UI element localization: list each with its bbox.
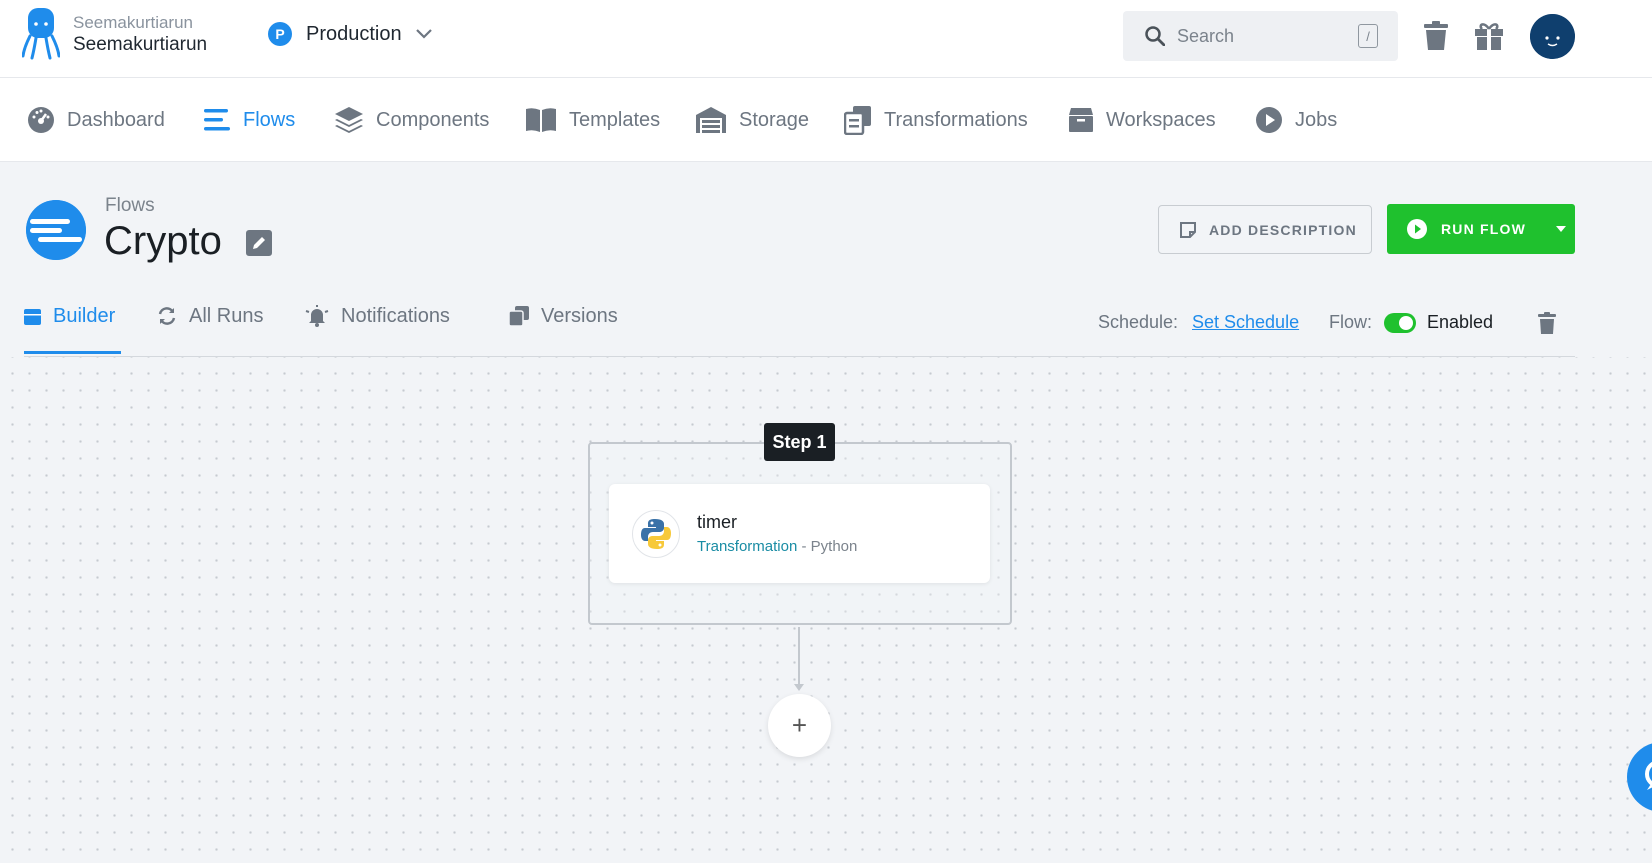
copy-icon	[844, 106, 871, 135]
organization-switcher[interactable]: Seemakurtiarun Seemakurtiarun	[73, 13, 207, 57]
add-description-button[interactable]: ADD DESCRIPTION	[1158, 205, 1372, 254]
nav-label-dashboard: Dashboard	[67, 108, 165, 131]
box-icon	[1069, 108, 1093, 132]
user-avatar[interactable]	[1530, 14, 1575, 59]
nav-item-templates[interactable]: Templates	[525, 104, 660, 136]
nav-label-templates: Templates	[569, 108, 661, 131]
nav-item-dashboard[interactable]: Dashboard	[27, 104, 165, 136]
active-tab-indicator	[24, 351, 121, 354]
breadcrumb[interactable]: Flows	[105, 195, 155, 217]
tab-builder[interactable]: Builder	[24, 300, 115, 332]
main-navigation: Dashboard Flows Components Templates Sto…	[0, 78, 1652, 162]
refresh-icon	[158, 307, 176, 325]
tab-versions[interactable]: Versions	[509, 300, 618, 332]
flow-status-label: Flow:	[1329, 312, 1373, 332]
tab-all-runs[interactable]: All Runs	[157, 300, 263, 332]
play-circle-icon	[1407, 219, 1427, 239]
nav-item-flows[interactable]: Flows	[203, 104, 295, 136]
tab-notifications[interactable]: Notifications	[305, 300, 450, 332]
set-schedule-link[interactable]: Set Schedule	[1192, 312, 1299, 333]
nav-label-jobs: Jobs	[1295, 108, 1338, 131]
nav-label-workspaces: Workspaces	[1106, 108, 1216, 131]
search-shortcut-key: /	[1358, 24, 1378, 48]
project-badge: P	[268, 22, 292, 46]
add-description-label: ADD DESCRIPTION	[1209, 221, 1357, 238]
connector-arrow	[794, 684, 804, 691]
gift-icon[interactable]	[1474, 21, 1504, 51]
project-owner-name: Seemakurtiarun	[73, 34, 208, 55]
versions-copy-icon	[509, 306, 529, 326]
nav-item-jobs[interactable]: Jobs	[1255, 104, 1337, 136]
chat-bubble-icon	[1645, 761, 1652, 790]
top-header: Seemakurtiarun Seemakurtiarun P Producti…	[0, 0, 1652, 78]
nav-label-flows: Flows	[243, 108, 296, 131]
task-card[interactable]: timer Transformation - Python	[609, 484, 990, 583]
schedule-label: Schedule:	[1098, 312, 1179, 332]
flow-state-text: Enabled	[1427, 312, 1494, 332]
trash-icon[interactable]	[1423, 21, 1449, 51]
run-flow-options-button[interactable]	[1546, 204, 1575, 254]
run-flow-label: RUN FLOW	[1441, 221, 1527, 237]
play-circle-icon	[1256, 107, 1282, 133]
task-name: timer	[697, 512, 737, 532]
pencil-icon	[253, 237, 265, 249]
nav-label-transformations: Transformations	[884, 108, 1028, 131]
nav-item-components[interactable]: Components	[334, 104, 489, 136]
nav-item-transformations[interactable]: Transformations	[844, 104, 1028, 136]
nav-item-storage[interactable]: Storage	[695, 104, 809, 136]
project-name: Production	[306, 22, 402, 45]
note-icon	[1180, 221, 1196, 238]
tab-label-versions: Versions	[541, 304, 618, 327]
layers-icon	[335, 107, 363, 133]
task-component: Python	[810, 538, 858, 555]
chevron-down-icon	[415, 29, 432, 39]
search-input[interactable]	[1177, 25, 1347, 47]
flows-icon	[204, 109, 230, 131]
avatar-face-icon	[1530, 14, 1575, 59]
toggle-knob	[1399, 316, 1413, 330]
phase-connector	[798, 627, 800, 689]
step-label[interactable]: Step 1	[764, 423, 835, 461]
caret-down-icon	[1555, 226, 1566, 232]
edit-title-icon[interactable]	[246, 230, 272, 256]
search-icon	[1145, 26, 1165, 46]
tab-label-notifications: Notifications	[341, 304, 450, 327]
flow-logo-icon	[26, 200, 86, 260]
keboola-octopus-logo-icon[interactable]	[22, 8, 60, 60]
book-icon	[526, 108, 556, 132]
nav-label-storage: Storage	[739, 108, 810, 131]
page-title: Crypto	[104, 219, 222, 263]
dashboard-gauge-icon	[28, 107, 54, 133]
tab-label-builder: Builder	[53, 304, 116, 327]
chat-support-button[interactable]	[1627, 742, 1652, 812]
python-icon	[632, 510, 680, 558]
task-type-link[interactable]: Transformation	[697, 538, 797, 555]
nav-item-workspaces[interactable]: Workspaces	[1068, 104, 1216, 136]
tab-label-all-runs: All Runs	[189, 304, 264, 327]
python-logo-icon	[641, 519, 671, 549]
project-selector[interactable]: P Production	[268, 22, 432, 46]
calendar-box-icon	[24, 309, 41, 325]
task-meta-separator: -	[797, 538, 811, 555]
flow-enabled-toggle[interactable]	[1384, 313, 1416, 333]
add-phase-button[interactable]: +	[768, 694, 831, 757]
warehouse-icon	[696, 107, 726, 133]
task-meta: Transformation - Python	[697, 538, 857, 555]
bell-alert-icon	[305, 305, 329, 327]
search-box[interactable]: /	[1123, 11, 1398, 61]
nav-label-components: Components	[376, 108, 490, 131]
organization-name: Seemakurtiarun	[73, 13, 194, 32]
delete-flow-trash-icon[interactable]	[1538, 312, 1556, 334]
